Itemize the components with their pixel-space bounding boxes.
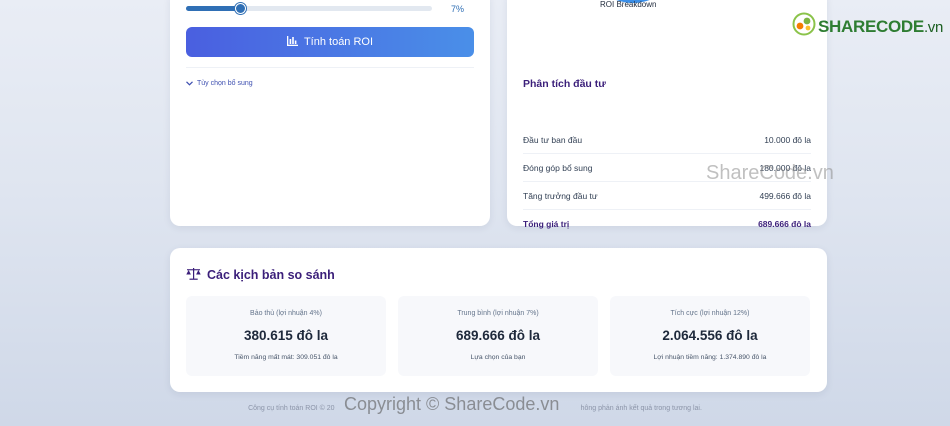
sharecode-logo-icon [792, 12, 816, 41]
row-value: 10.000 đô la [764, 134, 811, 145]
bar-chart-icon [286, 35, 298, 49]
scenario-label: Trung bình (lợi nhuận 7%) [457, 310, 539, 317]
balance-scale-icon [186, 267, 201, 283]
calculate-roi-label: Tính toán ROI [303, 36, 374, 48]
slider-thumb[interactable] [235, 3, 247, 14]
footer-right-text: hông phản ánh kết quả trong tương lai. [580, 405, 702, 412]
scenario-card-average[interactable]: Trung bình (lợi nhuận 7%) 689.666 đô la … [398, 296, 598, 376]
breakdown-card: ROI Breakdown Phân tích đầu tư Đầu tư ba… [507, 0, 827, 229]
watermark-mid: ShareCode.vn [706, 162, 834, 184]
watermark-bottom: Copyright © ShareCode.vn [344, 394, 560, 414]
chart-title: ROI Breakdown [600, 0, 657, 9]
extra-options-label: Tùy chọn bổ sung [197, 80, 253, 87]
row-label: Tổng giá trị [523, 219, 570, 229]
scenario-note: Tiềm năng mất mát: 309.051 đô la [234, 354, 338, 361]
return-rate-slider[interactable]: 7% [186, 2, 476, 16]
scenario-note: Lợi nhuận tiềm năng: 1.374.890 đô la [653, 354, 767, 361]
slider-fill [186, 6, 241, 11]
chevron-down-icon [186, 79, 193, 88]
row-value: 689.666 đô la [758, 219, 811, 229]
scenario-label: Bảo thủ (lợi nhuận 4%) [250, 310, 322, 317]
divider [186, 67, 474, 68]
slider-track[interactable] [186, 3, 432, 14]
row-label: Đóng góp bổ sung [523, 162, 593, 173]
row-label: Tăng trưởng đầu tư [523, 190, 598, 201]
scenario-note: Lựa chọn của bạn [470, 354, 526, 361]
row-value: 499.666 đô la [759, 190, 811, 201]
scenario-value: 689.666 đô la [455, 328, 541, 343]
total-row: Tổng giá trị 689.666 đô la [523, 210, 811, 238]
slider-value: 7% [450, 4, 464, 14]
extra-options-toggle[interactable]: Tùy chọn bổ sung [186, 79, 253, 88]
scenarios-title: Các kịch bản so sánh [207, 268, 335, 282]
breakdown-row: Tăng trưởng đầu tư 499.666 đô la [523, 182, 811, 210]
scenarios-heading: Các kịch bản so sánh [186, 267, 335, 283]
footer-left-text: Công cụ tính toán ROI © 20 [248, 405, 335, 412]
calculator-card: 7% Tính toán ROI Tùy chọn bổ sung [170, 0, 490, 226]
scenario-value: 2.064.556 đô la [662, 328, 758, 343]
scenario-card-aggressive[interactable]: Tích cực (lợi nhuận 12%) 2.064.556 đô la… [610, 296, 810, 376]
scenario-card-conservative[interactable]: Bảo thủ (lợi nhuận 4%) 380.615 đô la Tiề… [186, 296, 386, 376]
row-label: Đầu tư ban đầu [523, 134, 583, 145]
sharecode-logo: SHARECODE.vn [792, 12, 943, 41]
sharecode-logo-text: SHARECODE.vn [818, 16, 944, 36]
calculate-roi-button[interactable]: Tính toán ROI [186, 27, 474, 57]
scenarios-card: Các kịch bản so sánh Bảo thủ (lợi nhuận … [170, 248, 827, 392]
breakdown-row: Đầu tư ban đầu 10.000 đô la [523, 126, 811, 154]
scenario-value: 380.615 đô la [243, 328, 329, 343]
scenario-label: Tích cực (lợi nhuận 12%) [670, 310, 750, 317]
investment-analysis-heading: Phân tích đầu tư [523, 78, 606, 90]
